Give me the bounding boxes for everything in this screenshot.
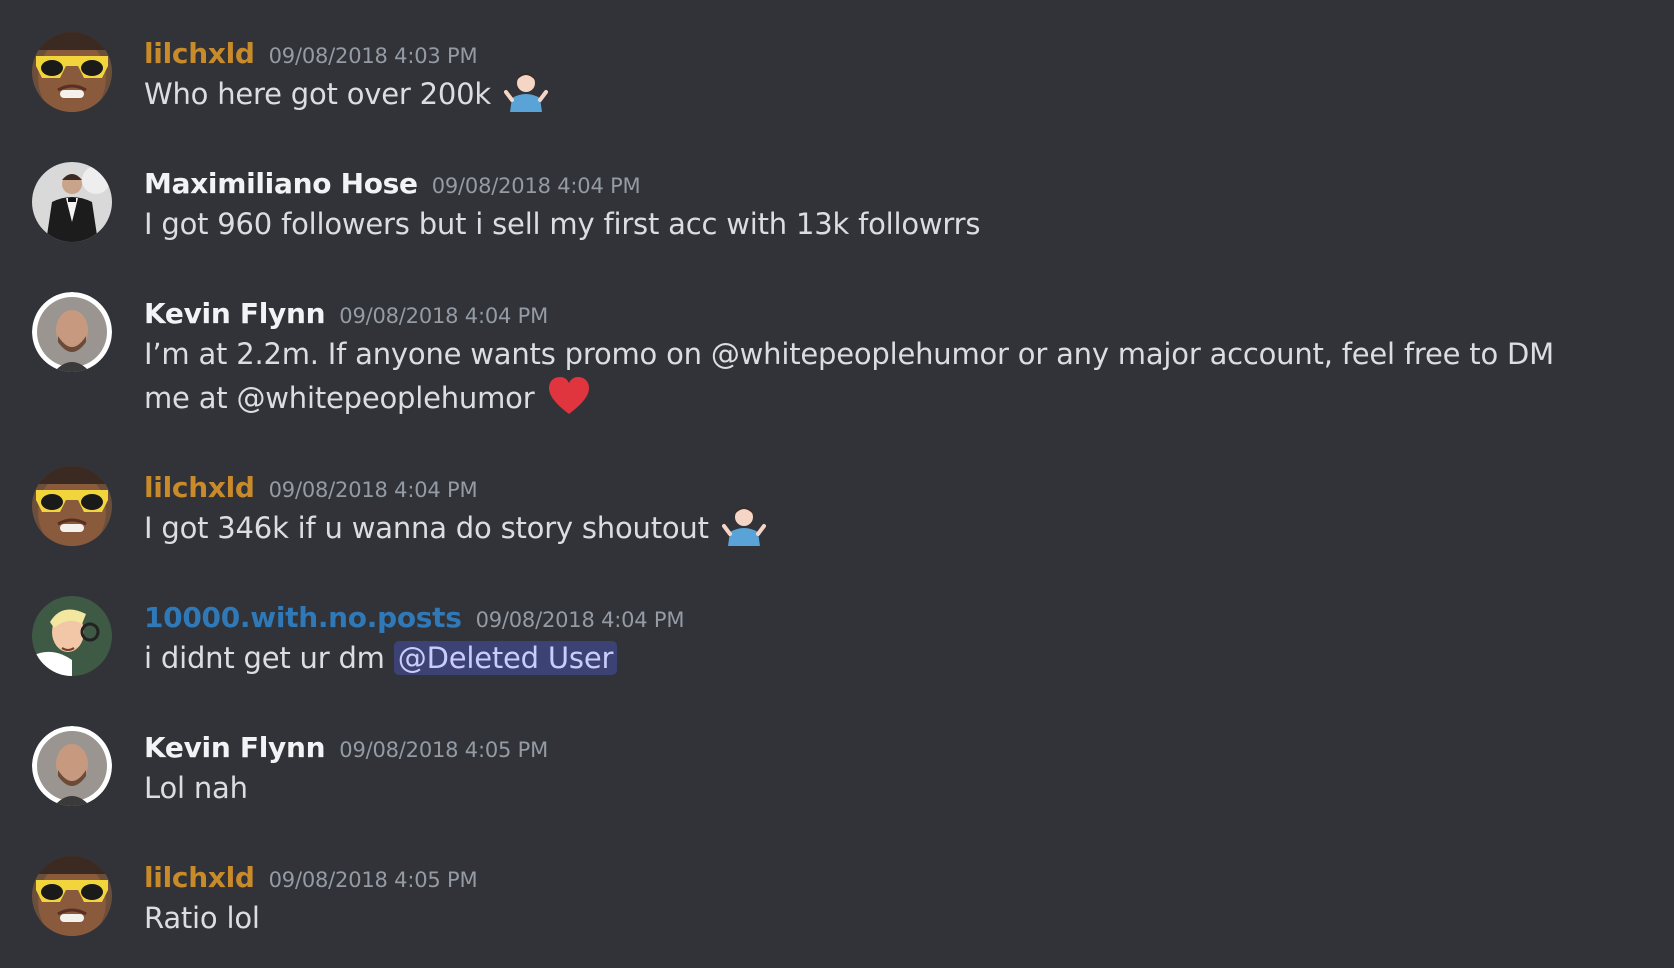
timestamp: 09/08/2018 4:04 PM: [268, 478, 478, 502]
user-mention[interactable]: @Deleted User: [393, 641, 618, 675]
username[interactable]: Maximiliano Hose: [144, 167, 418, 200]
message-header: Maximiliano Hose 09/08/2018 4:04 PM: [144, 162, 641, 206]
username[interactable]: Kevin Flynn: [144, 731, 326, 764]
bald-man-avatar[interactable]: [32, 292, 112, 372]
message-content: Ratio lol: [144, 896, 1644, 940]
message-header: lilchxld 09/08/2018 4:03 PM: [144, 32, 478, 76]
message-text: Who here got over 200k: [144, 77, 491, 111]
timestamp: 09/08/2018 4:04 PM: [339, 304, 549, 328]
message-content: I’m at 2.2m. If anyone wants promo on @w…: [144, 332, 1564, 428]
message-header: lilchxld 09/08/2018 4:05 PM: [144, 856, 478, 900]
sunglasses-avatar[interactable]: [32, 856, 112, 936]
username[interactable]: lilchxld: [144, 37, 255, 70]
cartoon-avatar[interactable]: [32, 596, 112, 676]
username[interactable]: 10000.with.no.posts: [144, 601, 462, 634]
red-heart-emoji: [547, 376, 591, 428]
message-text: Lol nah: [144, 771, 248, 805]
message-content: I got 346k if u wanna do story shoutout: [144, 506, 1644, 558]
message-content: Lol nah: [144, 766, 1644, 810]
message-header: Kevin Flynn 09/08/2018 4:05 PM: [144, 726, 548, 770]
username[interactable]: lilchxld: [144, 861, 255, 894]
username[interactable]: Kevin Flynn: [144, 297, 326, 330]
timestamp: 09/08/2018 4:05 PM: [339, 738, 549, 762]
timestamp: 09/08/2018 4:04 PM: [431, 174, 641, 198]
timestamp: 09/08/2018 4:05 PM: [268, 868, 478, 892]
sunglasses-avatar[interactable]: [32, 32, 112, 112]
person-shrugging-emoji: [721, 506, 766, 558]
message-text: Ratio lol: [144, 901, 260, 935]
message-text: I got 346k if u wanna do story shoutout: [144, 511, 709, 545]
message-list: lilchxld 09/08/2018 4:03 PM Who here got …: [0, 0, 1674, 968]
sunglasses-avatar[interactable]: [32, 466, 112, 546]
message-content: i didnt get ur dm @Deleted User: [144, 636, 1644, 680]
timestamp: 09/08/2018 4:03 PM: [268, 44, 478, 68]
bald-man-avatar[interactable]: [32, 726, 112, 806]
person-shrugging-emoji: [504, 72, 548, 124]
message-text: i didnt get ur dm: [144, 641, 385, 675]
message-header: 10000.with.no.posts 09/08/2018 4:04 PM: [144, 596, 685, 640]
message-content: I got 960 followers but i sell my first …: [144, 202, 1644, 246]
message-text: I’m at 2.2m. If anyone wants promo on @w…: [144, 337, 1554, 415]
message-content: Who here got over 200k: [144, 72, 1644, 124]
message-header: Kevin Flynn 09/08/2018 4:04 PM: [144, 292, 548, 336]
message-text: I got 960 followers but i sell my first …: [144, 207, 981, 241]
timestamp: 09/08/2018 4:04 PM: [475, 608, 685, 632]
username[interactable]: lilchxld: [144, 471, 255, 504]
tuxedo-man-avatar[interactable]: [32, 162, 112, 242]
message-header: lilchxld 09/08/2018 4:04 PM: [144, 466, 478, 510]
